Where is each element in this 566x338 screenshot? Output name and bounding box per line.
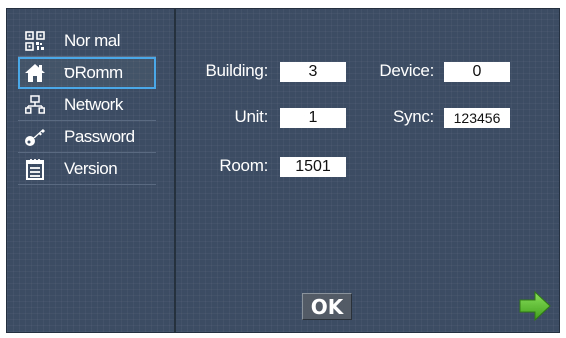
next-button[interactable]	[518, 290, 552, 322]
network-icon	[24, 94, 46, 116]
device-field[interactable]: 0	[444, 62, 510, 82]
device-label: Device:	[379, 61, 434, 80]
sidebar-item-version[interactable]: Version	[18, 153, 156, 185]
sidebar-item-label: Nor mal	[64, 30, 121, 50]
sidebar-item-label: סRomm	[64, 63, 123, 82]
sidebar-menu: Nor mal סRomm Network Password Version	[18, 25, 156, 185]
panel-divider	[174, 8, 176, 333]
building-label: Building:	[205, 61, 268, 80]
unit-label: Unit:	[234, 107, 269, 126]
sync-field[interactable]: 123456	[444, 108, 510, 128]
building-field[interactable]: 3	[280, 62, 346, 82]
arrow-right-icon	[519, 290, 551, 322]
sidebar-item-password[interactable]: Password	[18, 121, 156, 153]
sidebar-item-normal[interactable]: Nor mal	[18, 25, 156, 57]
sidebar-item-network[interactable]: Network	[18, 89, 156, 121]
sidebar-item-label: Network	[64, 94, 123, 114]
sidebar-item-label: Version	[64, 158, 118, 178]
sidebar-item-label: Password	[64, 126, 135, 146]
home-icon	[24, 62, 46, 84]
qr-code-icon	[24, 30, 46, 52]
ok-button[interactable]: OK	[302, 293, 352, 320]
room-field[interactable]: 1501	[280, 157, 346, 177]
sidebar-item-room[interactable]: סRomm	[18, 57, 156, 89]
room-label: Room:	[219, 156, 268, 175]
key-icon	[24, 126, 46, 148]
unit-field[interactable]: 1	[280, 108, 346, 128]
sync-label: Sync:	[392, 107, 434, 126]
calendar-list-icon	[24, 158, 46, 180]
